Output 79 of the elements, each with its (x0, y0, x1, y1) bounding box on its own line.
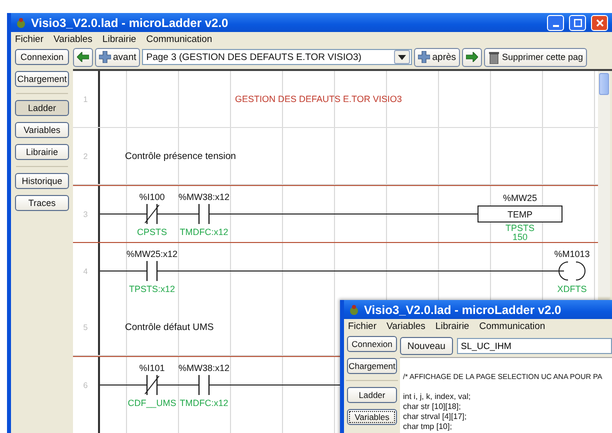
contact-address: %MW38:x12 (178, 192, 230, 202)
bug-icon (15, 16, 27, 28)
block-symbol: TPSTS (506, 223, 534, 233)
menu-item[interactable]: Librairie (435, 320, 470, 332)
menu-item[interactable]: Fichier (348, 320, 377, 332)
page-heading: GESTION DES DEFAUTS E.TOR VISIO3 (235, 94, 402, 104)
coil-symbol-label: XDFTS (557, 284, 587, 294)
insert-before-button[interactable]: avant (95, 48, 140, 66)
row-number: 1 (73, 71, 100, 127)
insert-after-button[interactable]: après (414, 48, 460, 66)
trash-can-icon (488, 50, 500, 64)
menu-item[interactable]: Communication (479, 320, 546, 332)
block-address: %MW25 (503, 193, 537, 203)
dropdown-caret-icon (398, 54, 406, 60)
row-number: 6 (73, 357, 100, 413)
window-title: Visio3_V2.0.lad - microLadder v2.0 (31, 16, 228, 30)
normally-open-contact (198, 203, 210, 225)
coil-symbol (558, 262, 586, 280)
contact-address: %I101 (139, 363, 165, 373)
new-button[interactable]: Nouveau (400, 337, 453, 355)
contact-symbol: TMDFC:x12 (180, 398, 228, 408)
maximize-button[interactable] (569, 14, 586, 30)
menu-item[interactable]: Fichier (15, 34, 44, 44)
sidebar-button[interactable]: Variables (15, 122, 69, 138)
sidebar-button[interactable]: Ladder (347, 387, 397, 403)
close-button[interactable] (591, 14, 608, 30)
sidebar-button[interactable]: Chargement (15, 71, 69, 87)
menu-item[interactable]: Librairie (102, 34, 136, 44)
sidebar-button[interactable]: Chargement (347, 358, 397, 374)
vertical-scrollbar[interactable] (598, 71, 610, 297)
block-value: 150 (512, 232, 528, 242)
rung-comment: Contrôle présence tension (125, 150, 236, 162)
maximize-icon (574, 18, 582, 26)
code-line: char strval [4][17]; (403, 412, 468, 422)
previous-page-button[interactable] (73, 48, 93, 66)
normally-open-contact (198, 374, 210, 396)
contact-address: %MW25:x12 (126, 249, 178, 259)
normally-open-contact (146, 260, 158, 282)
plus-icon (99, 51, 111, 63)
block-name: TEMP (508, 210, 532, 220)
sidebar-button[interactable]: Connexion (15, 49, 69, 65)
row-number: 5 (73, 299, 100, 355)
left-arrow-icon (77, 52, 89, 62)
minimize-button[interactable] (547, 14, 564, 30)
delete-page-button[interactable]: Supprimer cette pag (484, 48, 588, 66)
row-number: 3 (73, 186, 100, 242)
menu-item[interactable]: Variables (54, 34, 92, 44)
bug-icon (348, 304, 360, 316)
rung-comment: Contrôle défaut UMS (125, 322, 214, 332)
contact-symbol: TPSTS:x12 (129, 284, 175, 294)
code-line: char tmp [10]; (403, 422, 453, 432)
minimize-icon (552, 24, 558, 26)
code-line: char str [10][18]; (403, 402, 462, 412)
contact-symbol: TMDFC:x12 (180, 227, 228, 237)
contact-address: %I100 (139, 192, 165, 202)
next-page-button[interactable] (462, 48, 482, 66)
sidebar-button[interactable]: Variables (347, 409, 397, 425)
row-number: 4 (73, 243, 100, 299)
page-dropdown[interactable]: Page 3 (GESTION DES DEFAUTS E.TOR VISIO3) (142, 49, 412, 65)
menu-item[interactable]: Communication (146, 34, 212, 44)
sidebar-button[interactable]: Historique (15, 173, 69, 189)
code-line: int i, j, k, index, val; (403, 392, 472, 402)
menu-item[interactable]: Variables (386, 320, 426, 332)
sidebar-button[interactable]: Traces (15, 195, 69, 211)
sidebar-button[interactable]: Ladder (15, 100, 69, 116)
contact-symbol: CPSTS (137, 227, 167, 237)
window-title: Visio3_V2.0.lad - microLadder v2.0 (364, 302, 562, 316)
contact-symbol: CDF__UMS (128, 398, 176, 408)
close-icon (596, 18, 604, 26)
coil-address: %M1013 (554, 249, 590, 259)
sidebar-button[interactable]: Librairie (15, 144, 69, 160)
row-number: 2 (73, 128, 100, 184)
contact-address: %MW38:x12 (178, 363, 230, 373)
right-arrow-icon (466, 52, 478, 62)
normally-closed-contact (144, 203, 160, 225)
plus-icon (418, 51, 430, 63)
sidebar-button[interactable]: Connexion (347, 336, 397, 352)
name-field[interactable]: SL_UC_IHM (456, 338, 612, 354)
normally-closed-contact (144, 374, 160, 396)
